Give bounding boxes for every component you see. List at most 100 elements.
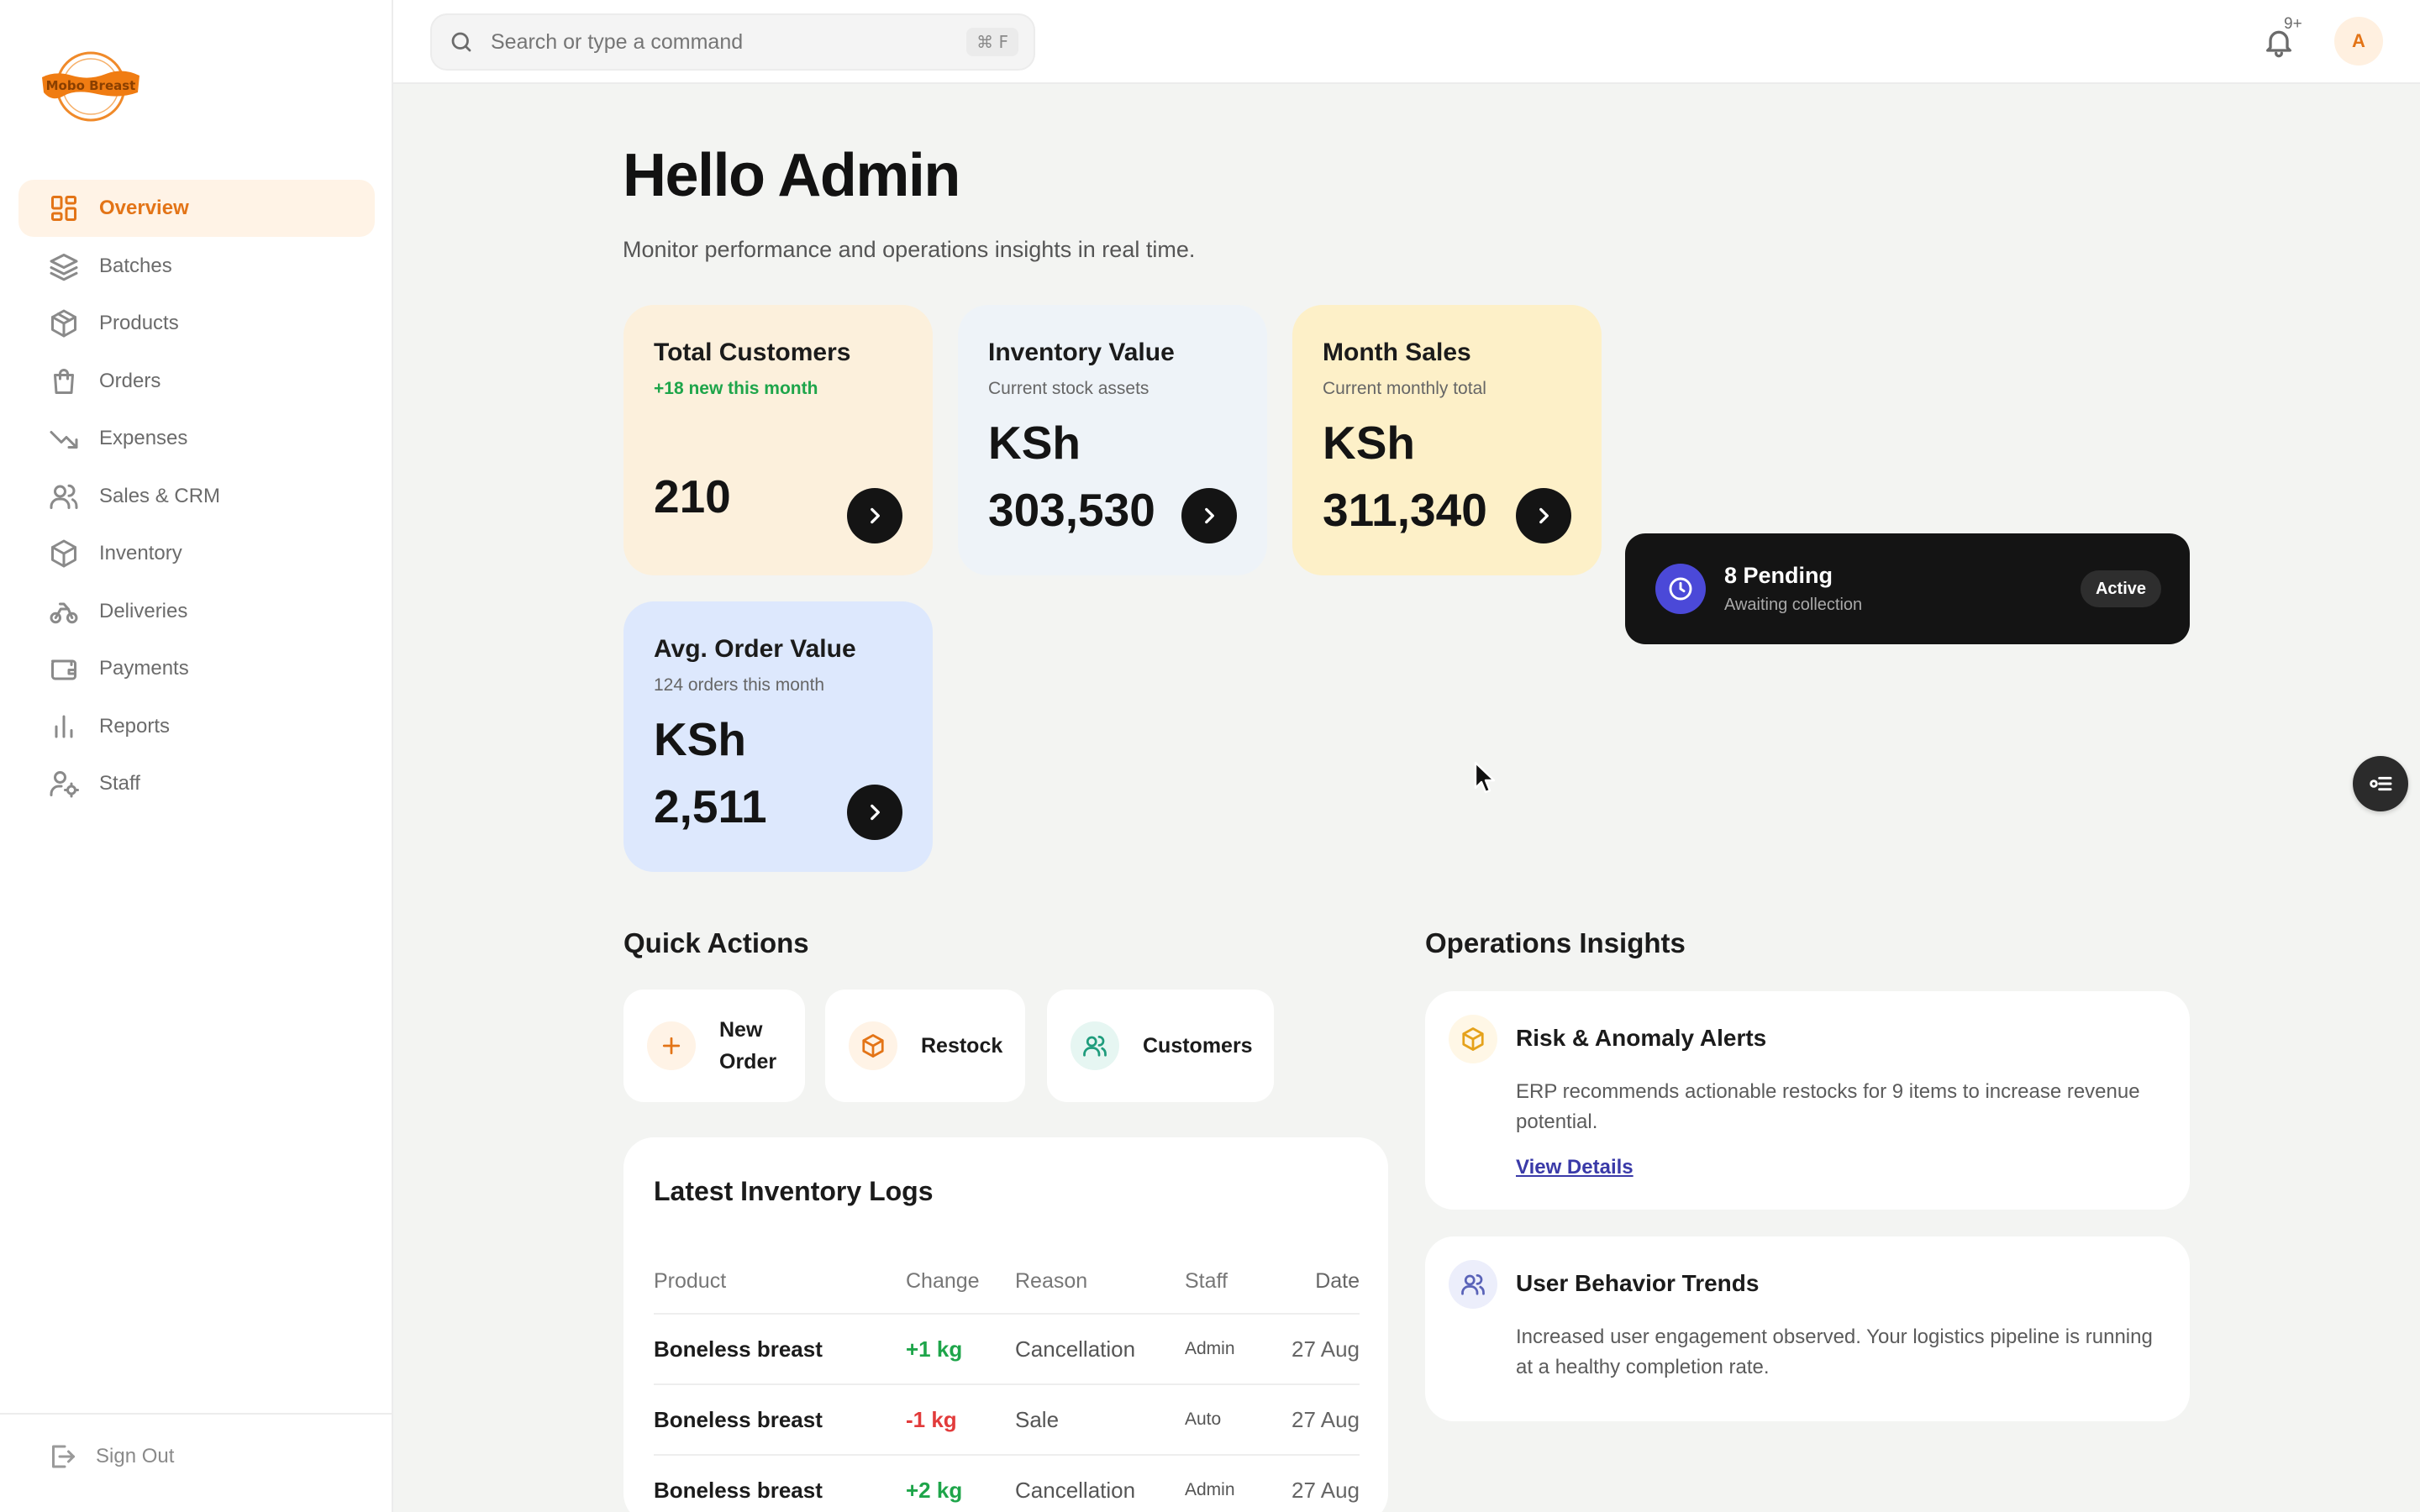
page-subtitle: Monitor performance and operations insig…	[623, 237, 1196, 262]
cell-change: -1 kg	[906, 1384, 1015, 1456]
sidebar-item-deliveries[interactable]: Deliveries	[18, 583, 375, 640]
open-month-sales-button[interactable]	[1516, 488, 1571, 543]
wallet-icon	[47, 652, 81, 685]
sidebar-item-overview[interactable]: Overview	[18, 180, 375, 237]
clock-icon	[1655, 564, 1706, 614]
inventory-logs-title: Latest Inventory Logs	[654, 1176, 934, 1206]
notifications-badge: 9+	[2284, 15, 2302, 33]
insight-text: Increased user engagement observed. Your…	[1516, 1326, 2153, 1378]
top-bar: ⌘ F 9+ A	[393, 0, 2420, 84]
new-order-button[interactable]: New Order	[623, 990, 805, 1102]
sidebar-item-label: Inventory	[99, 542, 182, 564]
sidebar-item-sales-crm[interactable]: Sales & CRM	[18, 468, 375, 525]
stat-subtitle: +18 new this month	[654, 379, 818, 398]
sidebar-footer: Sign Out	[0, 1413, 392, 1512]
cell-product: Boneless breast	[654, 1314, 906, 1385]
sidebar-item-staff[interactable]: Staff	[18, 755, 375, 812]
users-icon	[47, 480, 81, 513]
search-input[interactable]	[491, 29, 944, 55]
chevron-right-icon	[871, 804, 880, 821]
box-icon	[47, 307, 81, 340]
stat-card-inventory-value: Inventory Value Current stock assets KSh…	[958, 305, 1267, 575]
user-cog-icon	[47, 767, 81, 801]
stat-amount: 303,530	[988, 484, 1155, 536]
open-total-customers-button[interactable]	[847, 488, 902, 543]
sidebar-item-label: Payments	[99, 657, 189, 680]
sidebar-item-label: Products	[99, 312, 179, 334]
column-header: Product	[654, 1250, 906, 1315]
sidebar-item-label: Reports	[99, 714, 171, 738]
cell-product: Boneless breast	[654, 1455, 906, 1512]
pending-title: 8 Pending	[1724, 563, 1833, 588]
sidebar-item-label: Overview	[99, 197, 189, 219]
stat-subtitle: 124 orders this month	[654, 675, 825, 695]
bar-chart-icon	[47, 710, 81, 743]
sidebar-item-label: Orders	[99, 369, 161, 392]
quick-action-label: Customers	[1143, 1034, 1253, 1058]
insight-card-risk-alerts: Risk & Anomaly Alerts ERP recommends act…	[1425, 991, 2190, 1210]
box-icon	[1449, 1015, 1497, 1063]
chevron-right-icon	[1539, 507, 1549, 524]
search-icon	[451, 32, 471, 52]
sidebar-item-inventory[interactable]: Inventory	[18, 525, 375, 582]
stat-currency: KSh	[1323, 417, 1415, 469]
column-header: Date	[1277, 1250, 1360, 1315]
cell-date: 27 Aug	[1277, 1384, 1360, 1456]
sidebar-item-label: Batches	[99, 254, 172, 277]
quick-action-label-line: New	[719, 1018, 763, 1042]
cell-change: +2 kg	[906, 1455, 1015, 1512]
cell-staff: Auto	[1185, 1384, 1277, 1456]
quick-action-label: New Order	[719, 1014, 776, 1078]
table-row[interactable]: Boneless breast -1 kg Sale Auto 27 Aug	[654, 1384, 1360, 1456]
grid-icon	[47, 192, 81, 225]
mouse-cursor-icon	[1474, 761, 1496, 794]
page-title: Hello Admin	[623, 142, 960, 209]
stat-title: Inventory Value	[988, 339, 1175, 366]
stat-card-month-sales: Month Sales Current monthly total KSh 311…	[1292, 305, 1602, 575]
open-inventory-value-button[interactable]	[1181, 488, 1237, 543]
cell-product: Boneless breast	[654, 1384, 906, 1456]
insight-card-user-behavior: User Behavior Trends Increased user enga…	[1425, 1236, 2190, 1421]
shopping-bag-icon	[47, 365, 81, 398]
cell-date: 27 Aug	[1277, 1314, 1360, 1385]
view-details-link[interactable]: View Details	[1516, 1156, 1634, 1179]
chevron-right-icon	[1205, 507, 1214, 524]
pending-collection-card[interactable]: 8 Pending Awaiting collection Active	[1625, 533, 2190, 644]
table-row[interactable]: Boneless breast +1 kg Cancellation Admin…	[654, 1314, 1360, 1385]
quick-action-label: Restock	[921, 1034, 1003, 1058]
sidebar-item-expenses[interactable]: Expenses	[18, 410, 375, 467]
chevron-right-icon	[871, 507, 880, 524]
customers-button[interactable]: Customers	[1047, 990, 1274, 1102]
cell-reason: Cancellation	[1015, 1314, 1185, 1385]
layers-icon	[47, 249, 81, 283]
column-header: Reason	[1015, 1250, 1185, 1315]
floating-menu-button[interactable]	[2353, 756, 2408, 811]
sidebar-item-label: Sales & CRM	[99, 484, 221, 507]
plus-icon	[647, 1021, 696, 1070]
sidebar-item-products[interactable]: Products	[18, 295, 375, 352]
inventory-logs-table: Product Change Reason Staff Date Boneles…	[654, 1250, 1360, 1512]
open-avg-order-value-button[interactable]	[847, 785, 902, 840]
avatar[interactable]: A	[2334, 17, 2383, 66]
quick-action-label-line: Order	[719, 1050, 777, 1074]
status-badge: Active	[2080, 570, 2161, 607]
sign-out-label: Sign Out	[96, 1445, 175, 1467]
table-row[interactable]: Boneless breast +2 kg Cancellation Admin…	[654, 1455, 1360, 1512]
sidebar-item-orders[interactable]: Orders	[18, 353, 375, 410]
restock-button[interactable]: Restock	[825, 990, 1025, 1102]
stat-title: Total Customers	[654, 339, 851, 366]
search-box[interactable]: ⌘ F	[430, 13, 1035, 71]
cell-reason: Sale	[1015, 1384, 1185, 1456]
stat-title: Avg. Order Value	[654, 635, 856, 663]
sidebar-item-payments[interactable]: Payments	[18, 640, 375, 697]
sidebar-item-batches[interactable]: Batches	[18, 238, 375, 295]
cell-staff: Admin	[1185, 1455, 1277, 1512]
stat-title: Month Sales	[1323, 339, 1471, 366]
trending-down-icon	[47, 422, 81, 455]
stat-subtitle: Current stock assets	[988, 379, 1150, 398]
brand-logo[interactable]: Mobo Breast	[39, 50, 143, 123]
sign-out-button[interactable]: Sign Out	[47, 1441, 174, 1472]
insight-title: Risk & Anomaly Alerts	[1516, 1025, 1767, 1051]
stat-card-avg-order-value: Avg. Order Value 124 orders this month K…	[623, 601, 933, 872]
sidebar-item-reports[interactable]: Reports	[18, 698, 375, 755]
